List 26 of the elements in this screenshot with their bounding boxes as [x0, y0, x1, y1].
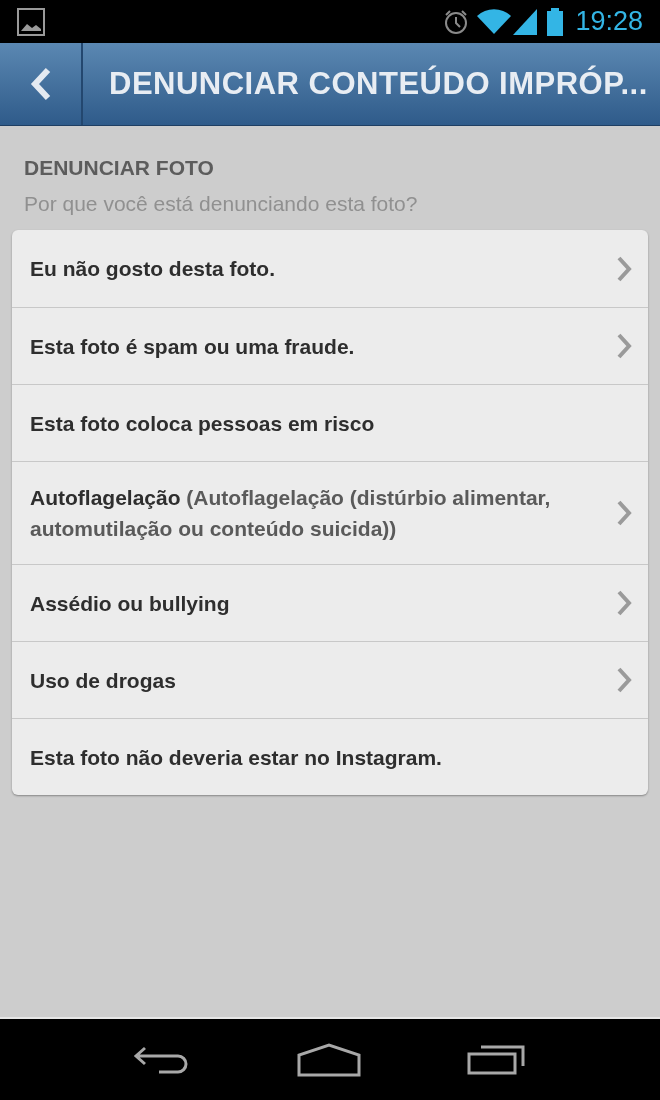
screen-title: DENUNCIAR CONTEÚDO IMPRÓP...	[109, 64, 648, 103]
wifi-icon	[477, 8, 512, 35]
option-label: Esta foto não deveria estar no Instagram.	[30, 744, 443, 771]
report-option[interactable]: Esta foto coloca pessoas em risco	[12, 384, 648, 461]
section-subtitle: Por que você está denunciando esta foto?	[24, 190, 419, 217]
option-label: Assédio ou bullying	[30, 590, 231, 617]
report-option[interactable]: Eu não gosto desta foto.	[12, 230, 648, 307]
option-label: Eu não gosto desta foto.	[30, 256, 276, 282]
option-label: Esta foto coloca pessoas em risco	[30, 410, 376, 437]
section-title: DENUNCIAR FOTO	[24, 155, 215, 181]
report-option[interactable]: Uso de drogas	[12, 641, 648, 718]
picture-notification-icon	[17, 7, 45, 36]
option-label: Esta foto é spam ou uma fraude.	[30, 333, 356, 360]
option-label: Autoflagelação (Autoflagelação (distúrbio alimentar, automutilação ou conteúdo suicida))	[30, 485, 552, 542]
back-chevron-icon	[29, 67, 52, 101]
report-option[interactable]: Assédio ou bullying	[12, 564, 648, 641]
alarm-icon	[443, 8, 470, 35]
home-nav-icon[interactable]	[297, 1042, 361, 1077]
signal-icon	[513, 8, 538, 35]
report-option[interactable]: Autoflagelação (Autoflagelação (distúrbio alimentar, automutilação ou conteúdo suicida))	[12, 461, 648, 564]
report-option[interactable]: Esta foto não deveria estar no Instagram.	[12, 718, 648, 795]
battery-icon	[547, 7, 564, 36]
report-option[interactable]: Esta foto é spam ou uma fraude.	[12, 307, 648, 384]
option-label: Uso de drogas	[30, 667, 177, 694]
status-time: 19:28	[575, 5, 643, 39]
recent-apps-icon[interactable]	[467, 1044, 527, 1075]
